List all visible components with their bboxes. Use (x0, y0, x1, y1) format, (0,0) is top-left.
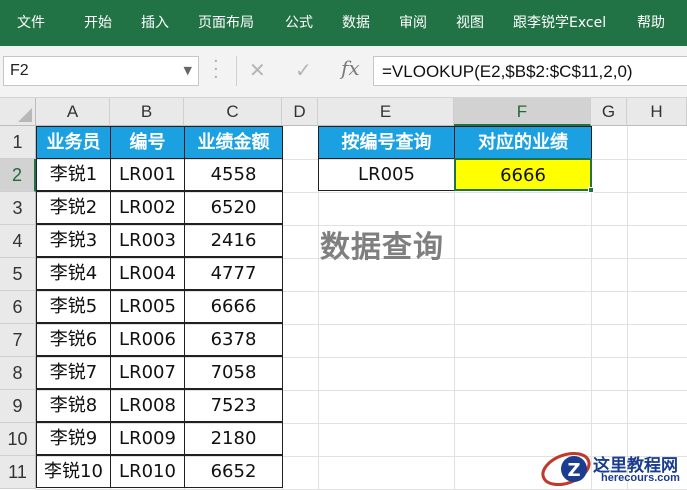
divider (236, 56, 237, 86)
table-cell-amount[interactable]: 2180 (184, 422, 283, 455)
table-cell-amount[interactable]: 4777 (184, 257, 283, 290)
table-cell-name[interactable]: 李锐1 (36, 158, 111, 191)
select-all-button[interactable] (0, 98, 36, 126)
tab-view[interactable]: 视图 (456, 14, 484, 32)
table-cell-name[interactable]: 李锐4 (36, 257, 111, 290)
table-cell-id[interactable]: LR001 (110, 158, 185, 191)
column-header-a[interactable]: A (36, 98, 110, 126)
table-cell-id[interactable]: LR007 (110, 356, 185, 389)
chevron-down-icon[interactable]: ▼ (184, 64, 192, 77)
column-header-f[interactable]: F (454, 98, 591, 126)
table-cell-id[interactable]: LR003 (110, 224, 185, 257)
table-cell-name[interactable]: 李锐5 (36, 290, 111, 323)
grid-line (627, 126, 628, 490)
name-box-value: F2 (10, 62, 29, 79)
name-box[interactable]: F2 ▼ (3, 56, 199, 86)
table-cell-name[interactable]: 李锐7 (36, 356, 111, 389)
header-amount[interactable]: 业绩金额 (184, 126, 283, 159)
tab-data[interactable]: 数据 (342, 14, 370, 32)
row-header-4[interactable]: 4 (0, 225, 36, 258)
column-header-c[interactable]: C (184, 98, 282, 126)
column-header-g[interactable]: G (591, 98, 627, 126)
header-id[interactable]: 编号 (110, 126, 185, 159)
row-header-7[interactable]: 7 (0, 324, 36, 357)
table-cell-name[interactable]: 李锐3 (36, 224, 111, 257)
table-cell-id[interactable]: LR010 (110, 455, 185, 488)
fill-handle[interactable] (588, 187, 594, 193)
table-cell-amount[interactable]: 4558 (184, 158, 283, 191)
row-header-1[interactable]: 1 (0, 126, 36, 159)
table-cell-id[interactable]: LR002 (110, 191, 185, 224)
table-cell-id[interactable]: LR005 (110, 290, 185, 323)
column-header-h[interactable]: H (627, 98, 687, 126)
annotation-text: 数据查询 (320, 230, 444, 265)
table-cell-name[interactable]: 李锐10 (36, 455, 111, 488)
row-header-10[interactable]: 10 (0, 423, 36, 456)
tab-page-layout[interactable]: 页面布局 (198, 14, 254, 32)
table-cell-id[interactable]: LR008 (110, 389, 185, 422)
formula-bar-area: F2 ▼ · · · ✕ ✓ fx =VLOOKUP(E2,$B$2:$C$11,2… (0, 46, 687, 98)
table-cell-amount[interactable]: 6652 (184, 455, 283, 488)
column-header-d[interactable]: D (282, 98, 318, 126)
row-header-2[interactable]: 2 (0, 159, 36, 192)
table-cell-name[interactable]: 李锐9 (36, 422, 111, 455)
lookup-header-result[interactable]: 对应的业绩 (454, 126, 592, 159)
table-cell-name[interactable]: 李锐8 (36, 389, 111, 422)
tab-home[interactable]: 开始 (84, 14, 112, 32)
table-cell-amount[interactable]: 6666 (184, 290, 283, 323)
table-cell-id[interactable]: LR004 (110, 257, 185, 290)
tab-file[interactable]: 文件 (17, 14, 45, 32)
drag-handle-icon[interactable]: · · · (213, 53, 219, 87)
tab-insert[interactable]: 插入 (141, 14, 169, 32)
ribbon: 文件 开始 插入 页面布局 公式 数据 审阅 视图 跟李锐学Excel 帮助 (0, 0, 687, 46)
select-all-icon (18, 108, 32, 122)
column-header-e[interactable]: E (318, 98, 454, 126)
formula-input[interactable]: =VLOOKUP(E2,$B$2:$C$11,2,0) (373, 56, 687, 86)
table-cell-amount[interactable]: 7523 (184, 389, 283, 422)
row-header-11[interactable]: 11 (0, 456, 36, 489)
header-salesperson[interactable]: 业务员 (36, 126, 111, 159)
lookup-input-cell[interactable]: LR005 (318, 158, 455, 191)
row-header-6[interactable]: 6 (0, 291, 36, 324)
table-cell-id[interactable]: LR009 (110, 422, 185, 455)
lookup-header-id[interactable]: 按编号查询 (318, 126, 455, 159)
insert-function-icon[interactable]: fx (341, 56, 360, 80)
row-header-5[interactable]: 5 (0, 258, 36, 291)
row-header-9[interactable]: 9 (0, 390, 36, 423)
table-cell-amount[interactable]: 6520 (184, 191, 283, 224)
table-cell-name[interactable]: 李锐2 (36, 191, 111, 224)
tab-review[interactable]: 审阅 (399, 14, 427, 32)
column-header-b[interactable]: B (110, 98, 184, 126)
table-cell-id[interactable]: LR006 (110, 323, 185, 356)
formula-text: =VLOOKUP(E2,$B$2:$C$11,2,0) (382, 62, 633, 81)
lookup-result-cell[interactable]: 6666 (454, 158, 592, 191)
cancel-icon[interactable]: ✕ (249, 58, 266, 82)
tab-formulas[interactable]: 公式 (285, 14, 313, 32)
table-cell-amount[interactable]: 7058 (184, 356, 283, 389)
svg-text:Z: Z (567, 460, 580, 481)
row-header-3[interactable]: 3 (0, 192, 36, 225)
table-cell-amount[interactable]: 2416 (184, 224, 283, 257)
tab-help[interactable]: 帮助 (637, 14, 665, 32)
table-cell-name[interactable]: 李锐6 (36, 323, 111, 356)
row-header-8[interactable]: 8 (0, 357, 36, 390)
tab-custom[interactable]: 跟李锐学Excel (513, 14, 606, 32)
table-cell-amount[interactable]: 6378 (184, 323, 283, 356)
watermark-url: herecours.com (601, 472, 680, 484)
enter-icon[interactable]: ✓ (295, 58, 312, 82)
